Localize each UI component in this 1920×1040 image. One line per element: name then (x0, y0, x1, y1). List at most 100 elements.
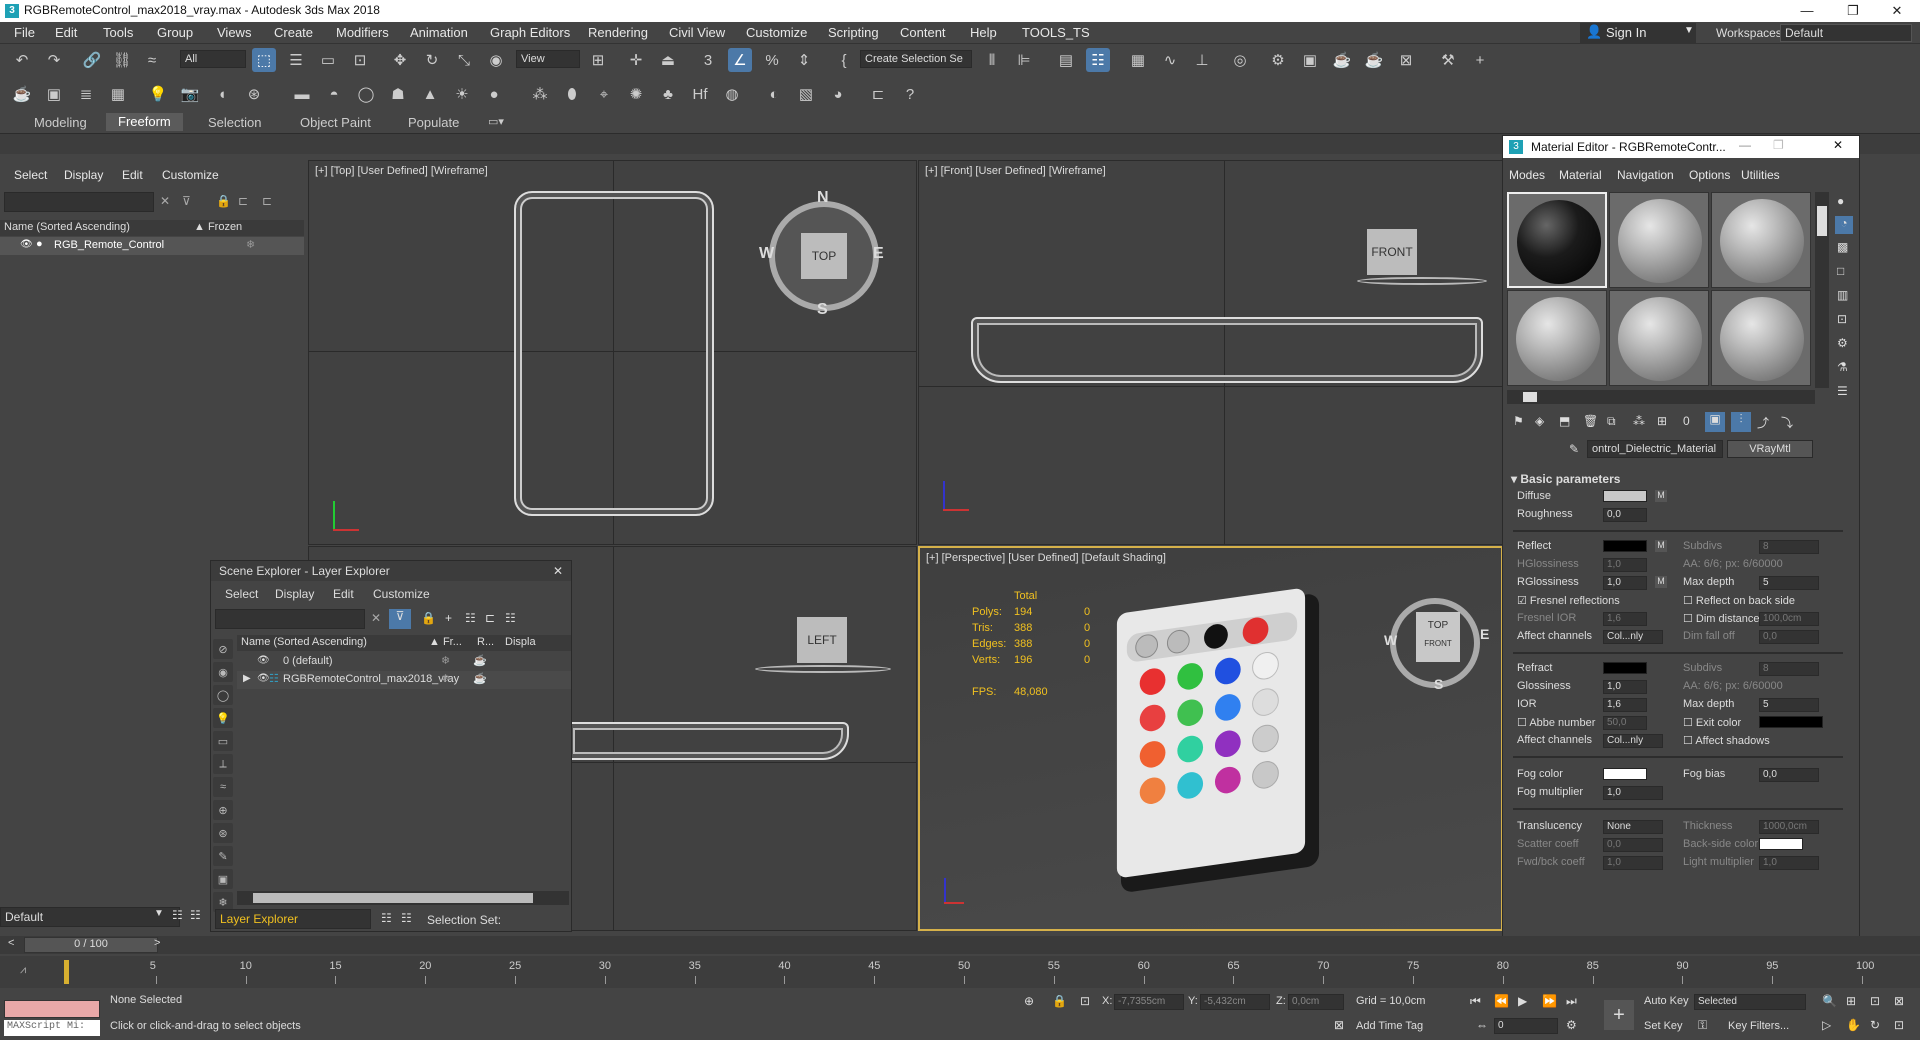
add-layer-icon[interactable]: + (445, 611, 452, 625)
make-unique-icon[interactable]: ⁂ (1633, 414, 1645, 428)
video-color-icon[interactable]: ▥ (1837, 288, 1848, 302)
display-cameras-icon[interactable]: ▭ (213, 731, 233, 751)
scrollbar-thumb[interactable] (253, 893, 533, 903)
lp-menu-edit[interactable]: Edit (122, 168, 143, 182)
scene-explorer-toggle-icon[interactable]: ▤ (1054, 48, 1078, 72)
layer-explorer-icon[interactable]: ☷ (1086, 48, 1110, 72)
material-type-button[interactable]: VRayMtl (1727, 440, 1813, 458)
col-display[interactable]: Displa (505, 636, 536, 648)
roughness-spinner[interactable]: 0,0 (1603, 508, 1647, 522)
lp-search-input[interactable] (4, 192, 154, 212)
current-frame-field[interactable]: 0 (1494, 1018, 1558, 1034)
isolate-icon[interactable]: ⊕ (1024, 994, 1034, 1008)
align-icon[interactable]: ⊫ (1012, 48, 1036, 72)
select-object-icon[interactable]: ⬚ (252, 48, 276, 72)
put-to-library-icon[interactable]: ⊞ (1657, 414, 1667, 428)
time-marker[interactable] (64, 960, 69, 984)
sun-icon[interactable]: ☀ (450, 82, 474, 106)
display-shapes-icon[interactable]: ◯ (213, 685, 233, 705)
key-set-dropdown[interactable]: Selected (1694, 994, 1806, 1010)
hierarchy-icon[interactable]: ⊏ (485, 611, 495, 625)
material-slot[interactable] (1507, 192, 1607, 288)
abbe-checkbox[interactable]: ☐ Abbe number (1517, 716, 1595, 729)
reference-coord-dropdown[interactable]: View (516, 50, 580, 68)
filter-icon[interactable]: ⊽ (182, 194, 191, 208)
fov-icon[interactable]: ▷ (1822, 1018, 1831, 1032)
layers2-icon[interactable]: ☷ (401, 911, 412, 925)
edit-named-selection-icon[interactable]: { (832, 48, 856, 72)
diffuse-map-button[interactable]: M (1655, 490, 1667, 502)
lp-menu-select[interactable]: Select (14, 168, 47, 182)
x-coordinate[interactable]: -7,7355cm (1114, 994, 1184, 1010)
auto-key-button[interactable]: Auto Key (1644, 995, 1689, 1007)
abbe-spinner[interactable]: 50,0 (1603, 716, 1647, 730)
unlink-icon[interactable]: ⛓ (110, 48, 134, 72)
viewcube[interactable]: FRONT (1367, 229, 1417, 275)
eyedropper-icon[interactable]: ✎ (1569, 442, 1579, 456)
thickness-spinner[interactable]: 1000,0cm (1759, 820, 1819, 834)
assign-to-selection-icon[interactable]: ⬒ (1559, 414, 1570, 428)
mesh-export-icon[interactable]: ⌖ (592, 82, 616, 106)
subdivs-spinner[interactable]: 8 (1759, 540, 1819, 554)
slots-scrollbar[interactable] (1815, 192, 1829, 388)
proxy-icon[interactable]: ⬮ (560, 82, 584, 106)
ior-spinner[interactable]: 1,6 (1603, 698, 1647, 712)
maximize-viewport-icon[interactable]: ⊡ (1894, 1018, 1904, 1032)
render-cloud-icon[interactable]: ⊠ (1394, 48, 1418, 72)
tab-object-paint[interactable]: Object Paint (300, 115, 371, 130)
light-multiplier-spinner[interactable]: 1,0 (1759, 856, 1819, 870)
curve-editor-mini-icon[interactable]: ⩘ (20, 964, 26, 977)
move-icon[interactable]: ✥ (388, 48, 412, 72)
material-slot[interactable] (1609, 290, 1709, 386)
key-mode-icon[interactable]: ⇔ (1476, 1018, 1488, 1032)
rgb-icon[interactable]: ◕ (826, 82, 850, 106)
export-icon[interactable]: ⊏ (866, 82, 890, 106)
eye-icon[interactable]: 👁 (257, 673, 270, 684)
tab-modeling[interactable]: Modeling (34, 115, 87, 130)
material-slot[interactable] (1609, 192, 1709, 288)
menu-tools[interactable]: Tools (103, 25, 133, 40)
refract-max-depth-spinner[interactable]: 5 (1759, 698, 1819, 712)
curve-editor-icon[interactable]: ∿ (1158, 48, 1182, 72)
ribbon-toggle-icon[interactable]: ▦ (1126, 48, 1150, 72)
layers-icon[interactable]: ☷ (381, 911, 392, 925)
play-icon[interactable]: ▶ (1518, 994, 1527, 1008)
translucency-dropdown[interactable]: None (1603, 820, 1663, 834)
reflect-map-button[interactable]: M (1655, 540, 1667, 552)
tab-populate[interactable]: Populate (408, 115, 459, 130)
pivot-icon[interactable]: ⊞ (586, 48, 610, 72)
viewcube-top-face[interactable]: TOP (1416, 620, 1460, 631)
sphere-light-icon[interactable]: ◯ (354, 82, 378, 106)
clear-icon[interactable]: ✕ (371, 611, 381, 625)
ribbon-options-icon[interactable]: ▭▾ (488, 115, 504, 128)
redo-icon[interactable]: ↷ (42, 48, 66, 72)
backside-color-swatch[interactable] (1759, 838, 1803, 850)
absolute-mode-icon[interactable]: ⊡ (1080, 994, 1090, 1008)
dim-falloff-spinner[interactable]: 0,0 (1759, 630, 1819, 644)
close-icon[interactable]: ✕ (553, 564, 563, 578)
camera-icon[interactable]: 📷 (178, 82, 202, 106)
frame-buffer-icon[interactable]: ▧ (794, 82, 818, 106)
display-geometry-icon[interactable]: ◉ (213, 662, 233, 682)
viewcube-compass[interactable]: TOP (769, 201, 879, 311)
plant-icon[interactable]: ♣ (656, 82, 680, 106)
material-navigator-icon[interactable]: ☰ (1837, 384, 1848, 398)
sphere-icon[interactable]: ● (482, 82, 506, 106)
filter-icon[interactable]: ⊽ (389, 609, 411, 629)
scale-icon[interactable]: ⤡ (452, 48, 476, 72)
select-by-name-icon[interactable]: ☰ (284, 48, 308, 72)
col-render[interactable]: R... (477, 636, 494, 648)
exit-color-swatch[interactable] (1759, 716, 1823, 728)
place-icon[interactable]: ◉ (484, 48, 508, 72)
mirror-icon[interactable]: ⫴ (980, 48, 1004, 72)
diffuse-color-swatch[interactable] (1603, 490, 1647, 502)
selection-filter-dropdown[interactable]: All (180, 50, 246, 68)
me-menu-material[interactable]: Material (1559, 168, 1602, 182)
menu-rendering[interactable]: Rendering (588, 25, 648, 40)
keyboard-shortcut-icon[interactable]: ⏏ (656, 48, 680, 72)
go-to-end-icon[interactable]: ⏭ (1566, 994, 1577, 1009)
show-shaded-icon[interactable]: ▣ (1705, 412, 1725, 432)
viewcube-compass[interactable]: TOP FRONT (1390, 598, 1480, 688)
eye-icon[interactable]: 👁 (20, 239, 33, 250)
ies-light-icon[interactable]: ☗ (386, 82, 410, 106)
